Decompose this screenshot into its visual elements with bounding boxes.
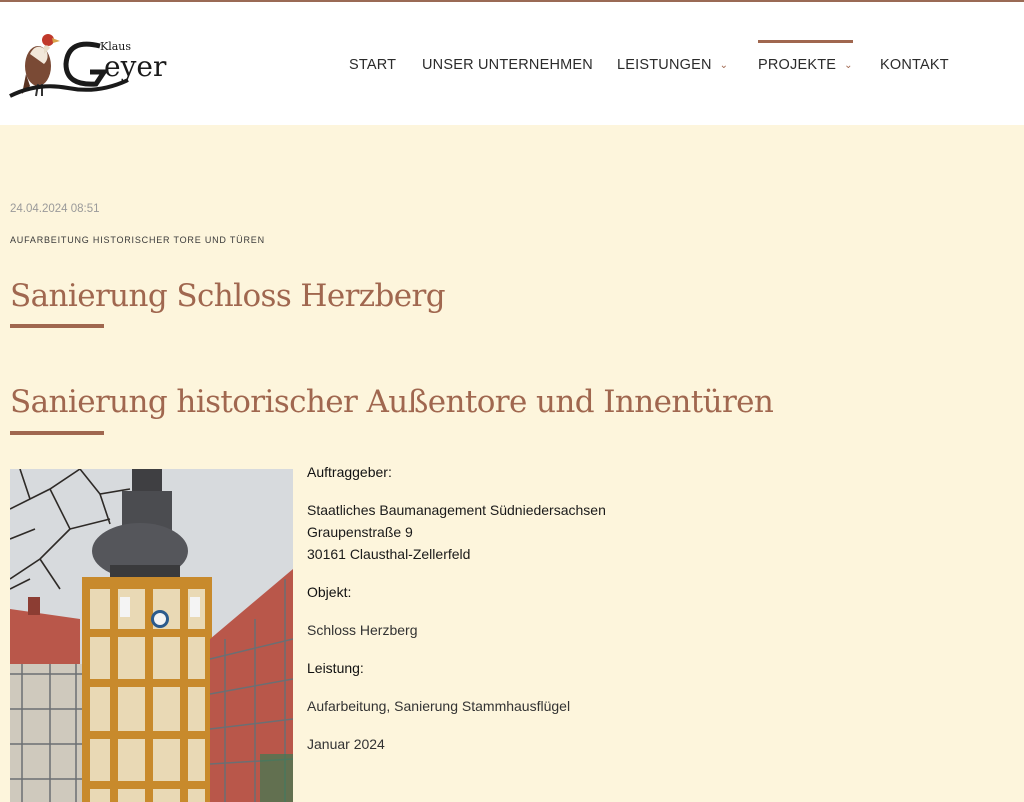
nav-unternehmen-label: UNSER UNTERNEHMEN	[422, 57, 593, 73]
nav-leistungen[interactable]: LEISTUNGEN ⌄	[617, 40, 728, 90]
subtitle-underline	[10, 431, 104, 435]
chevron-down-icon: ⌄	[844, 59, 853, 71]
object-value: Schloss Herzberg	[307, 622, 418, 638]
nav-start-label: START	[349, 57, 397, 73]
site-header: Klaus eyer START UNSER UNTERNEHMEN LEIST…	[0, 2, 1024, 125]
service-value: Aufarbeitung, Sanierung Stammhausflügel	[307, 698, 571, 714]
project-date: Januar 2024	[307, 736, 385, 752]
object-label: Objekt:	[307, 584, 352, 600]
logo-big-text: eyer	[104, 50, 167, 83]
nav-leistungen-label: LEISTUNGEN	[617, 57, 712, 73]
client-city: 30161 Clausthal-Zellerfeld	[307, 546, 471, 562]
service-label: Leistung:	[307, 660, 364, 676]
client-name: Staatliches Baumanagement Südniedersachs…	[307, 502, 606, 518]
page-subtitle: Sanierung historischer Außentore und Inn…	[10, 384, 774, 420]
post-date: 24.04.2024 08:51	[10, 203, 100, 215]
nav-start[interactable]: START	[349, 40, 396, 90]
post-category[interactable]: AUFARBEITUNG HISTORISCHER TORE UND TÜREN	[10, 235, 265, 245]
company-logo[interactable]: Klaus eyer	[8, 24, 193, 104]
client-street: Graupenstraße 9	[307, 524, 413, 540]
nav-projekte-label: PROJEKTE	[758, 57, 837, 73]
client-label: Auftraggeber:	[307, 464, 392, 480]
nav-unternehmen[interactable]: UNSER UNTERNEHMEN	[422, 40, 593, 90]
nav-projekte[interactable]: PROJEKTE ⌄	[758, 40, 853, 90]
title-underline	[10, 324, 104, 328]
nav-kontakt-label: KONTAKT	[880, 57, 949, 73]
nav-kontakt[interactable]: KONTAKT	[880, 40, 949, 90]
page-title: Sanierung Schloss Herzberg	[10, 278, 446, 314]
chevron-down-icon: ⌄	[719, 59, 729, 71]
project-photo[interactable]	[10, 469, 293, 802]
